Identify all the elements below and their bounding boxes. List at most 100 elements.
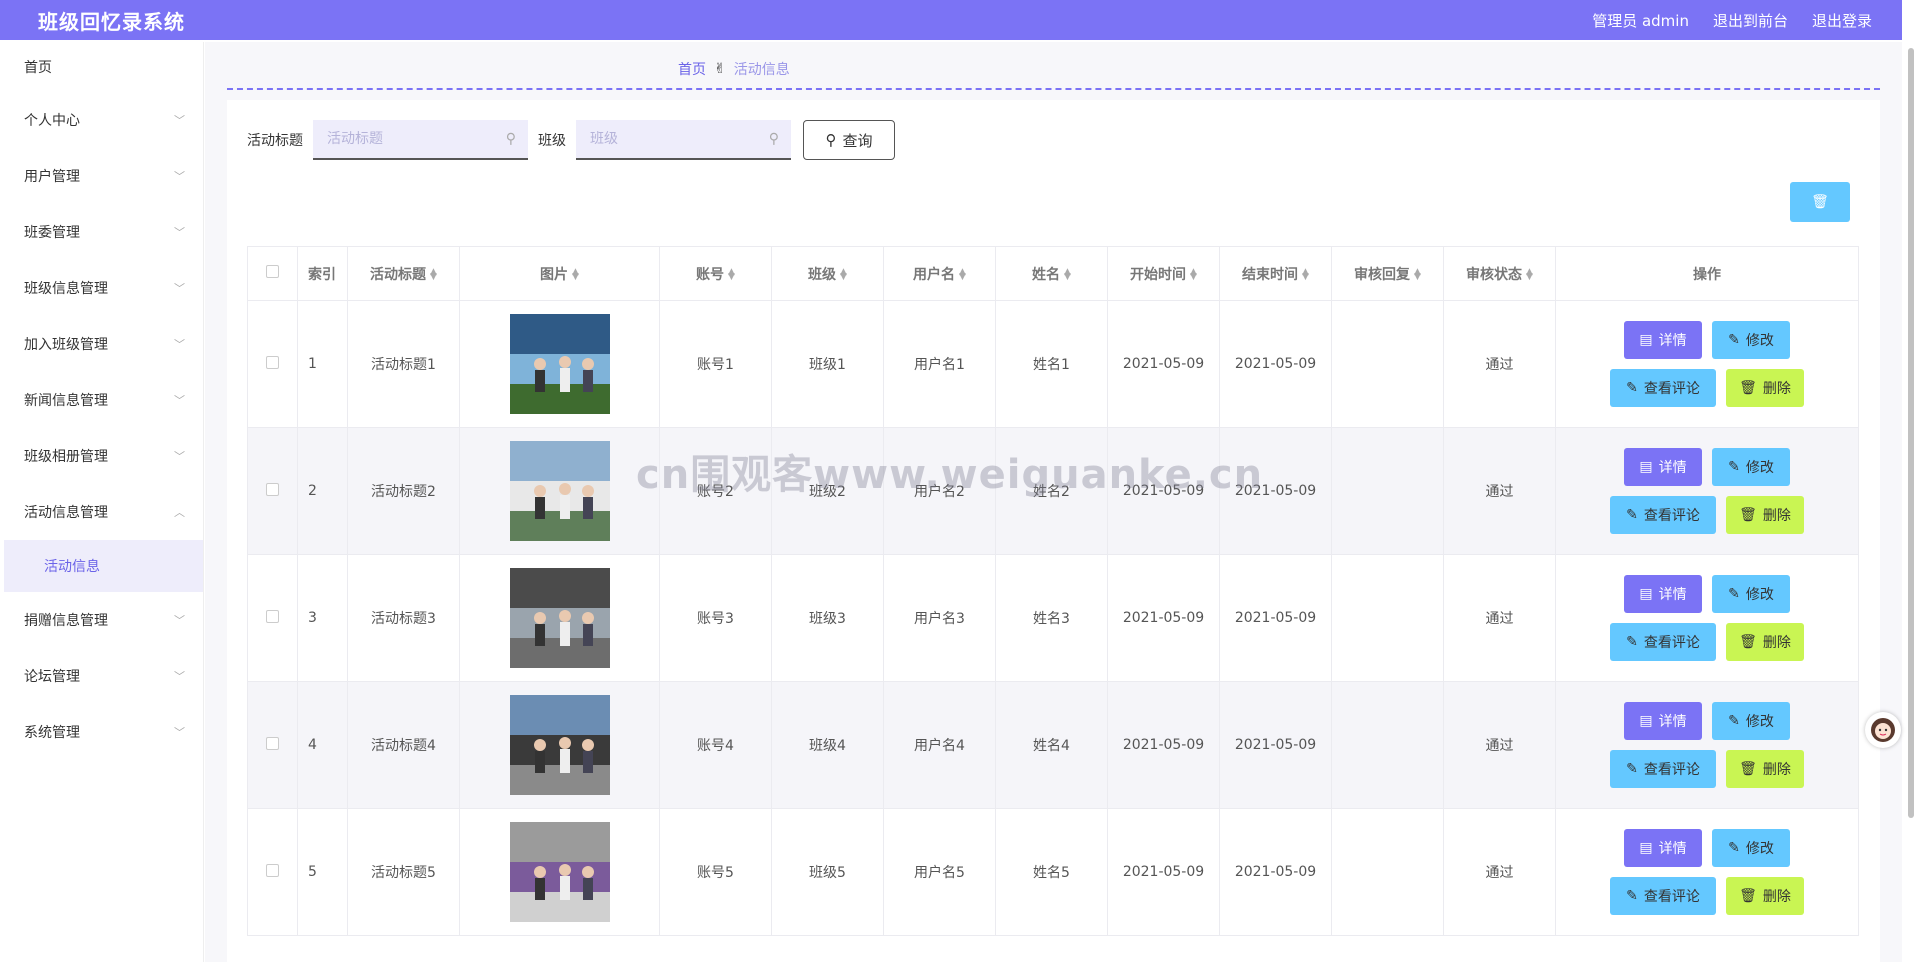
sidebar-item-forum-management[interactable]: 论坛管理 ﹀ <box>4 648 203 704</box>
table-row: 1 活动标题1 账号1 班级1 用户名1 姓名1 2021-05-09 2021-05-09 通… <box>247 300 1859 428</box>
sort-icon[interactable]: ▲ ▼ <box>959 267 966 281</box>
sidebar-item-committee-management[interactable]: 班委管理 ﹀ <box>4 204 203 260</box>
detail-button-label: 详情 <box>1658 841 1687 857</box>
avatar-icon <box>1871 718 1895 742</box>
sidebar-item-personal-center[interactable]: 个人中心 ﹀ <box>4 92 203 148</box>
view-comments-button[interactable]: ✎ 查看评论 <box>1610 750 1716 788</box>
view-comments-label: 查看评论 <box>1643 635 1700 651</box>
row-checkbox[interactable] <box>266 736 279 750</box>
sidebar-item-join-class-management[interactable]: 加入班级管理 ﹀ <box>4 316 203 372</box>
scrollbar-thumb[interactable] <box>1908 48 1914 818</box>
detail-button[interactable]: ▤ 详情 <box>1624 448 1702 486</box>
class-search-input[interactable] <box>590 131 750 147</box>
sidebar-item-label: 新闻信息管理 <box>24 393 108 409</box>
header-title[interactable]: 活动标题 ▲ ▼ <box>347 246 460 301</box>
sort-icon[interactable]: ▲ ▼ <box>1302 267 1309 281</box>
document-icon: ▤ <box>1639 840 1653 856</box>
sidebar-item-album-management[interactable]: 班级相册管理 ﹀ <box>4 428 203 484</box>
cell-title: 活动标题4 <box>347 681 460 809</box>
actions-row-bottom: ✎ 查看评论 🗑 删除 <box>1610 877 1804 915</box>
cell-actions: ▤ 详情 ✎ 修改 ✎ 查看评论 🗑 删除 <box>1555 554 1859 682</box>
sidebar-item-donation-management[interactable]: 捐赠信息管理 ﹀ <box>4 592 203 648</box>
edit-button[interactable]: ✎ 修改 <box>1712 702 1790 740</box>
view-comments-button[interactable]: ✎ 查看评论 <box>1610 369 1716 407</box>
row-checkbox[interactable] <box>266 609 279 623</box>
row-select-cell <box>247 554 298 682</box>
cell-start: 2021-05-09 <box>1107 681 1220 809</box>
sidebar-item-user-management[interactable]: 用户管理 ﹀ <box>4 148 203 204</box>
delete-button[interactable]: 🗑 删除 <box>1726 750 1804 788</box>
row-actions: ▤ 详情 ✎ 修改 ✎ 查看评论 🗑 删除 <box>1556 321 1858 407</box>
view-comments-button[interactable]: ✎ 查看评论 <box>1610 877 1716 915</box>
header-reply[interactable]: 审核回复 ▲ ▼ <box>1331 246 1444 301</box>
chevron-down-icon: ﹀ <box>174 114 185 127</box>
sidebar-subitem-activity-info[interactable]: 活动信息 <box>4 540 203 592</box>
sidebar-item-home[interactable]: 首页 <box>4 42 203 92</box>
delete-button[interactable]: 🗑 删除 <box>1726 369 1804 407</box>
sidebar-item-system-management[interactable]: 系统管理 ﹀ <box>4 704 203 760</box>
header-name[interactable]: 姓名 ▲ ▼ <box>995 246 1108 301</box>
edit-button[interactable]: ✎ 修改 <box>1712 575 1790 613</box>
header-account[interactable]: 账号 ▲ ▼ <box>659 246 772 301</box>
search-icon: ⚲ <box>768 131 779 147</box>
delete-button[interactable]: 🗑 删除 <box>1726 496 1804 534</box>
detail-button[interactable]: ▤ 详情 <box>1624 321 1702 359</box>
cell-account: 账号5 <box>659 808 772 936</box>
delete-button[interactable]: 🗑 删除 <box>1726 623 1804 661</box>
sort-icon[interactable]: ▲ ▼ <box>572 267 579 281</box>
row-checkbox[interactable] <box>266 863 279 877</box>
sort-icon[interactable]: ▲ ▼ <box>430 267 437 281</box>
cell-title: 活动标题1 <box>347 300 460 428</box>
cell-class: 班级5 <box>771 808 884 936</box>
title-search-input[interactable] <box>327 131 487 147</box>
logout-link[interactable]: 退出登录 <box>1812 10 1872 31</box>
chevron-up-icon: ︿ <box>174 506 185 519</box>
detail-button[interactable]: ▤ 详情 <box>1624 702 1702 740</box>
cell-title: 活动标题5 <box>347 808 460 936</box>
edit-button[interactable]: ✎ 修改 <box>1712 321 1790 359</box>
edit-button[interactable]: ✎ 修改 <box>1712 448 1790 486</box>
edit-button[interactable]: ✎ 修改 <box>1712 829 1790 867</box>
row-checkbox[interactable] <box>266 482 279 496</box>
activity-photo[interactable] <box>509 568 610 668</box>
sort-icon[interactable]: ▲ ▼ <box>1064 267 1071 281</box>
sort-icon[interactable]: ▲ ▼ <box>728 267 735 281</box>
view-comments-label: 查看评论 <box>1643 889 1700 905</box>
detail-button[interactable]: ▤ 详情 <box>1624 575 1702 613</box>
sort-icon[interactable]: ▲ ▼ <box>1190 267 1197 281</box>
trash-icon: 🗑 <box>1739 761 1757 777</box>
activity-photo[interactable] <box>509 314 610 414</box>
activity-photo[interactable] <box>509 441 610 541</box>
cell-name: 姓名2 <box>995 427 1108 555</box>
cell-image <box>459 808 660 936</box>
header-class[interactable]: 班级 ▲ ▼ <box>771 246 884 301</box>
breadcrumb-home[interactable]: 首页 <box>678 59 706 79</box>
delete-button[interactable]: 🗑 删除 <box>1726 877 1804 915</box>
chevron-down-icon: ﹀ <box>174 670 185 683</box>
actions-row-bottom: ✎ 查看评论 🗑 删除 <box>1610 623 1804 661</box>
header-start[interactable]: 开始时间 ▲ ▼ <box>1107 246 1220 301</box>
assistant-avatar[interactable] <box>1865 712 1901 748</box>
scrollbar[interactable] <box>1906 40 1916 960</box>
header-username-label: 用户名 <box>913 266 956 283</box>
detail-button[interactable]: ▤ 详情 <box>1624 829 1702 867</box>
header-status[interactable]: 审核状态 ▲ ▼ <box>1443 246 1556 301</box>
sidebar-item-class-info-management[interactable]: 班级信息管理 ﹀ <box>4 260 203 316</box>
frontend-link[interactable]: 退出到前台 <box>1713 10 1788 31</box>
header-end[interactable]: 结束时间 ▲ ▼ <box>1219 246 1332 301</box>
sidebar-item-activity-management[interactable]: 活动信息管理 ︿ <box>4 484 203 540</box>
row-checkbox[interactable] <box>266 355 279 369</box>
view-comments-button[interactable]: ✎ 查看评论 <box>1610 623 1716 661</box>
sort-icon[interactable]: ▲ ▼ <box>840 267 847 281</box>
activity-photo[interactable] <box>509 695 610 795</box>
header-username[interactable]: 用户名 ▲ ▼ <box>883 246 996 301</box>
select-all-checkbox[interactable] <box>266 265 279 278</box>
query-button[interactable]: ⚲ 查询 <box>803 120 895 160</box>
sidebar-item-news-management[interactable]: 新闻信息管理 ﹀ <box>4 372 203 428</box>
activity-photo[interactable] <box>509 822 610 922</box>
view-comments-button[interactable]: ✎ 查看评论 <box>1610 496 1716 534</box>
header-image[interactable]: 图片 ▲ ▼ <box>459 246 660 301</box>
sort-icon[interactable]: ▲ ▼ <box>1526 267 1533 281</box>
sort-icon[interactable]: ▲ ▼ <box>1414 267 1421 281</box>
batch-delete-button[interactable]: 🗑 <box>1790 182 1850 222</box>
